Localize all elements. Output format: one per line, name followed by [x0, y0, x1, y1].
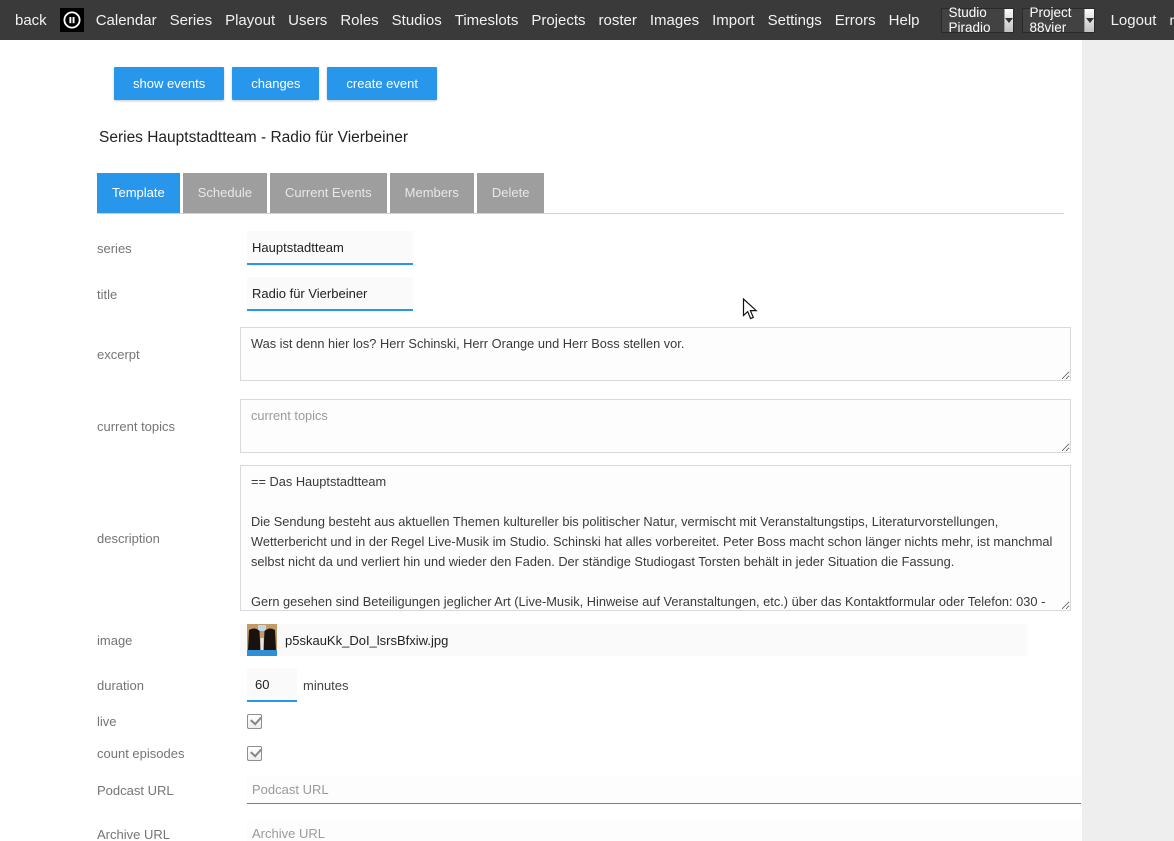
title-input[interactable] — [247, 277, 413, 311]
duration-label: duration — [97, 678, 240, 693]
form-row-description: description == Das Hauptstadtteam Die Se… — [97, 465, 1082, 611]
podcast-url-input[interactable] — [247, 776, 1081, 804]
live-checkbox[interactable] — [247, 714, 262, 729]
series-label: series — [97, 241, 240, 256]
chevron-down-icon[interactable] — [1004, 9, 1013, 32]
current-topics-label: current topics — [97, 419, 240, 434]
nav-item-images[interactable]: Images — [650, 12, 699, 29]
show-events-button[interactable]: show events — [114, 67, 224, 100]
form-row-duration: duration minutes — [97, 668, 1082, 702]
tab-schedule[interactable]: Schedule — [183, 173, 267, 213]
nav-item-users[interactable]: Users — [288, 12, 327, 29]
nav-item-import[interactable]: Import — [712, 12, 755, 29]
app-window: back Calendar Series Playout Users Roles… — [0, 0, 1174, 841]
podcast-url-label: Podcast URL — [97, 783, 240, 798]
studio-select[interactable]: Studio Piradio — [941, 8, 1014, 33]
main-content: show events changes create event Series … — [0, 40, 1082, 841]
nav-item-errors[interactable]: Errors — [835, 12, 876, 29]
form-row-podcast-url: Podcast URL — [97, 776, 1082, 804]
action-toolbar: show events changes create event — [114, 67, 1082, 100]
archive-url-input[interactable] — [247, 820, 1081, 841]
image-field: p5skauKk_DoI_lsrsBfxiw.jpg — [240, 624, 1027, 656]
form-row-series: series — [97, 230, 1082, 266]
project-select-value: Project 88vier — [1023, 5, 1085, 35]
create-event-button[interactable]: create event — [327, 67, 437, 100]
duration-input[interactable] — [247, 668, 297, 702]
duration-unit-label: minutes — [303, 678, 349, 693]
current-topics-textarea[interactable] — [240, 399, 1071, 453]
image-filename-link[interactable]: p5skauKk_DoI_lsrsBfxiw.jpg — [285, 633, 448, 648]
changes-button[interactable]: changes — [232, 67, 319, 100]
logged-in-username: milan — [1169, 12, 1174, 28]
nav-item-projects[interactable]: Projects — [531, 12, 585, 29]
description-textarea[interactable]: == Das Hauptstadtteam Die Sendung besteh… — [240, 465, 1071, 611]
page-background-strip — [1082, 40, 1174, 841]
title-label: title — [97, 287, 240, 302]
chevron-down-icon[interactable] — [1084, 9, 1093, 32]
tab-template[interactable]: Template — [97, 173, 180, 213]
form-row-live: live — [97, 710, 1082, 732]
nav-item-studios[interactable]: Studios — [392, 12, 442, 29]
studio-select-value: Studio Piradio — [942, 5, 1004, 35]
excerpt-textarea[interactable]: Was ist denn hier los? Herr Schinski, He… — [240, 327, 1071, 381]
form-row-archive-url: Archive URL — [97, 820, 1082, 841]
nav-item-calendar[interactable]: Calendar — [96, 12, 157, 29]
project-select[interactable]: Project 88vier — [1022, 8, 1095, 33]
nav-right-group: Studio Piradio Project 88vier Logout mil… — [933, 8, 1174, 33]
count-episodes-label: count episodes — [97, 746, 240, 761]
count-episodes-checkbox[interactable] — [247, 746, 262, 761]
nav-back-link[interactable]: back — [15, 12, 47, 29]
nav-item-settings[interactable]: Settings — [768, 12, 822, 29]
nav-item-roster[interactable]: roster — [599, 12, 637, 29]
tab-members[interactable]: Members — [390, 173, 474, 213]
form-row-excerpt: excerpt Was ist denn hier los? Herr Schi… — [97, 327, 1082, 381]
nav-item-series[interactable]: Series — [170, 12, 213, 29]
image-label: image — [97, 633, 240, 648]
archive-url-label: Archive URL — [97, 827, 240, 841]
description-label: description — [97, 531, 240, 546]
form-row-image: image p5skauKk_DoI_lsrsBfxiw.jpg — [97, 624, 1082, 656]
form-row-count-episodes: count episodes — [97, 742, 1082, 764]
tab-bar: Template Schedule Current Events Members… — [97, 173, 1064, 214]
page-title: Series Hauptstadtteam - Radio für Vierbe… — [99, 129, 1082, 147]
series-input[interactable] — [247, 231, 413, 265]
tab-delete[interactable]: Delete — [477, 173, 545, 213]
piradio-logo-icon[interactable] — [60, 8, 84, 32]
top-nav: back Calendar Series Playout Users Roles… — [0, 0, 1174, 40]
logout-link[interactable]: Logout — [1111, 12, 1157, 29]
nav-item-timeslots[interactable]: Timeslots — [455, 12, 519, 29]
nav-item-playout[interactable]: Playout — [225, 12, 275, 29]
tab-current-events[interactable]: Current Events — [270, 173, 387, 213]
live-label: live — [97, 714, 240, 729]
nav-item-help[interactable]: Help — [889, 12, 920, 29]
form-row-current-topics: current topics — [97, 399, 1082, 453]
form-row-title: title — [97, 276, 1082, 312]
nav-item-roles[interactable]: Roles — [340, 12, 378, 29]
series-template-form: series title excerpt Was ist denn hier l… — [0, 230, 1082, 841]
excerpt-label: excerpt — [97, 347, 240, 362]
image-thumbnail[interactable] — [247, 624, 277, 656]
